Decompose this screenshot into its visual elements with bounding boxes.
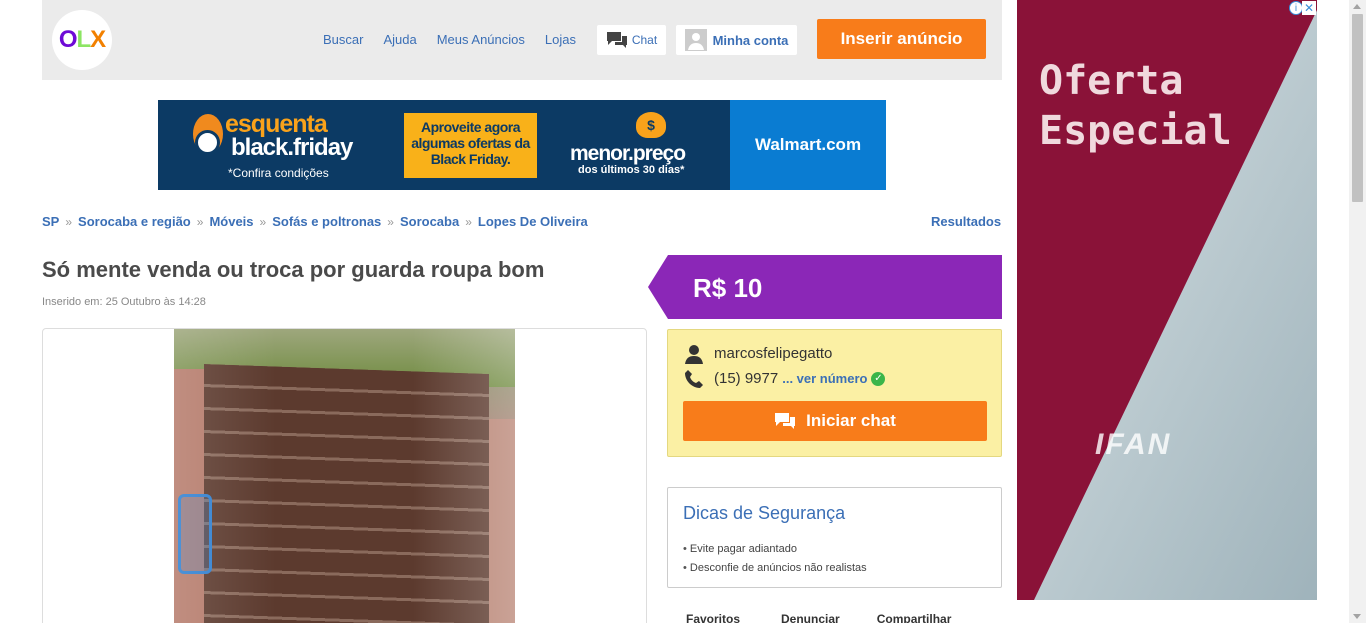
olx-logo[interactable]: OLX — [52, 10, 112, 70]
chat-bubble-icon — [606, 32, 627, 48]
breadcrumb-separator: » — [387, 214, 394, 229]
start-chat-button[interactable]: Iniciar chat — [683, 401, 987, 441]
breadcrumb-separator: » — [196, 214, 204, 229]
nav-ajuda[interactable]: Ajuda — [383, 32, 416, 47]
favorites-button[interactable]: Favoritos — [686, 612, 740, 623]
scroll-down-icon[interactable] — [1353, 614, 1361, 619]
listing-actions: Favoritos Denunciar Compartilhar — [667, 612, 1002, 623]
logo-letter-o: O — [58, 26, 78, 53]
safety-tip-item: Evite pagar adiantado — [683, 540, 867, 559]
listing-title: Só mente venda ou troca por guarda roupa… — [42, 257, 545, 282]
breadcrumb-separator: » — [65, 214, 73, 229]
breadcrumb-separator: » — [259, 214, 267, 229]
seller-name: marcosfelipegatto — [714, 345, 833, 362]
chat-button[interactable]: Chat — [597, 25, 666, 55]
breadcrumb-sorocaba-regiao[interactable]: Sorocaba e região — [78, 214, 191, 229]
side-ad[interactable]: Oferta Especial IFAN i ✕ — [1017, 0, 1317, 600]
listing-inserted-date: Inserido em: 25 Outubro às 14:28 — [42, 296, 206, 308]
user-avatar-icon — [684, 29, 707, 51]
banner-ultimos-text: dos últimos 30 dias* — [578, 164, 685, 176]
safety-tips-title[interactable]: Dicas de Segurança — [683, 503, 845, 524]
page-scrollbar[interactable] — [1349, 0, 1366, 623]
price-value: R$ 10 — [693, 273, 763, 303]
scrollbar-thumb[interactable] — [1352, 14, 1363, 202]
clock-icon — [195, 130, 220, 155]
safety-tips-list: Evite pagar adiantado Desconfie de anúnc… — [683, 540, 867, 578]
seller-box: marcosfelipegatto (15) 9977 ... ver núme… — [667, 329, 1002, 457]
ad-brand: IFAN — [1095, 428, 1172, 461]
banner-offer-section: Aproveite agora algumas ofertas da Black… — [378, 100, 730, 190]
ad-headline-line1: Oferta — [1039, 58, 1184, 104]
photo-haze — [174, 329, 515, 623]
banner-esquenta-section: esquenta black.friday *Confira condições — [158, 100, 378, 190]
banner-menor-preco-text: menor.preço — [570, 142, 686, 165]
breadcrumb: SP » Sorocaba e região » Móveis » Sofás … — [42, 214, 588, 229]
insert-ad-button[interactable]: Inserir anúncio — [817, 19, 986, 59]
user-icon — [685, 345, 703, 364]
logo-letter-l: L — [76, 26, 91, 53]
seller-phone-number: (15) 9977 — [714, 370, 779, 387]
safety-tips: Dicas de Segurança Evite pagar adiantado… — [667, 487, 1002, 588]
breadcrumb-sorocaba[interactable]: Sorocaba — [400, 214, 459, 229]
nav-meus-anuncios[interactable]: Meus Anúncios — [437, 32, 525, 47]
ad-close-icon[interactable]: ✕ — [1302, 1, 1316, 15]
ad-info-icon[interactable]: i — [1289, 1, 1303, 15]
ad-headline: Oferta Especial — [1039, 56, 1232, 156]
breadcrumb-moveis[interactable]: Móveis — [209, 214, 253, 229]
listing-image-gallery[interactable] — [42, 328, 647, 623]
banner-walmart-brand: Walmart.com — [730, 100, 886, 190]
site-header: OLX Buscar Ajuda Meus Anúncios Lojas Cha… — [42, 0, 1002, 80]
top-nav: Buscar Ajuda Meus Anúncios Lojas — [323, 32, 576, 47]
listing-photo[interactable] — [174, 329, 515, 623]
ad-headline-line2: Especial — [1039, 108, 1232, 154]
breadcrumb-lopes-de-oliveira[interactable]: Lopes De Oliveira — [478, 214, 588, 229]
breadcrumb-separator: » — [465, 214, 472, 229]
banner-confira-text: *Confira condições — [228, 166, 329, 180]
breadcrumb-sp[interactable]: SP — [42, 214, 59, 229]
phone-icon — [685, 370, 703, 388]
price-tag: R$ 10 — [648, 255, 1002, 319]
seller-phone: (15) 9977 ... ver número ✓ — [714, 370, 886, 387]
start-chat-label: Iniciar chat — [806, 411, 896, 430]
report-button[interactable]: Denunciar — [781, 612, 840, 623]
black-friday-banner[interactable]: esquenta black.friday *Confira condições… — [158, 100, 886, 190]
show-number-link[interactable]: ... ver número — [782, 371, 867, 386]
chat-button-label: Chat — [631, 33, 658, 47]
banner-offer-text: Aproveite agora algumas ofertas da Black… — [404, 113, 537, 178]
scroll-up-icon[interactable] — [1353, 4, 1361, 9]
safety-tip-item: Desconfie de anúncios não realistas — [683, 559, 867, 578]
share-button[interactable]: Compartilhar — [877, 612, 952, 623]
nav-lojas[interactable]: Lojas — [545, 32, 576, 47]
logo-letter-x: X — [90, 26, 106, 53]
account-button-label: Minha conta — [712, 32, 789, 48]
account-button[interactable]: Minha conta — [676, 25, 797, 55]
results-link[interactable]: Resultados — [931, 214, 1001, 229]
verified-check-icon: ✓ — [871, 371, 886, 386]
banner-black-friday-text: black.friday — [231, 134, 353, 161]
coin-icon: $ — [636, 112, 666, 138]
chat-bubble-icon — [775, 413, 796, 429]
nav-buscar[interactable]: Buscar — [323, 32, 363, 47]
page: OLX Buscar Ajuda Meus Anúncios Lojas Cha… — [0, 0, 1366, 623]
breadcrumb-sofas[interactable]: Sofás e poltronas — [272, 214, 381, 229]
